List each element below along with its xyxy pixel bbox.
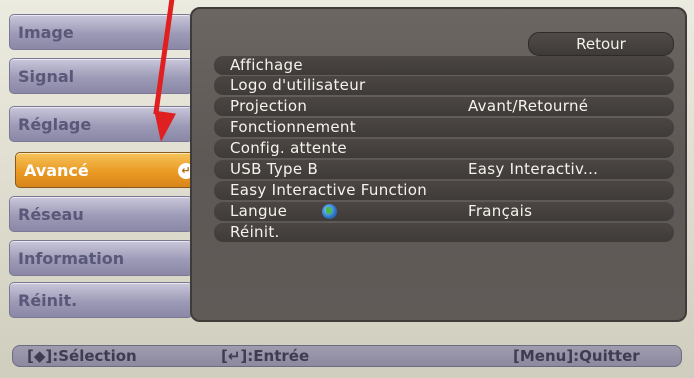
menu-item-label: Projection bbox=[230, 97, 308, 115]
menu-item-value: Français bbox=[468, 202, 533, 220]
menu-item-label: Logo d'utilisateur bbox=[230, 76, 366, 94]
menu-item-langue[interactable]: Langue Français bbox=[214, 202, 674, 221]
help-enter: [↵]:Entrée bbox=[221, 347, 310, 365]
sidebar-item-reinit[interactable]: Réinit. bbox=[9, 282, 193, 318]
projector-menu-screen: Image Signal Réglage Avancé ↵ Réseau Inf… bbox=[0, 0, 694, 378]
menu-item-label: Affichage bbox=[230, 56, 303, 74]
menu-item-fonctionnement[interactable]: Fonctionnement bbox=[214, 118, 674, 137]
menu-item-usb-type-b[interactable]: USB Type B Easy Interactiv... bbox=[214, 160, 674, 179]
sidebar-item-reseau[interactable]: Réseau bbox=[9, 196, 193, 232]
sidebar-item-label: Réseau bbox=[18, 205, 84, 224]
menu-item-value: Easy Interactiv... bbox=[468, 160, 599, 178]
sidebar-item-avance[interactable]: Avancé ↵ bbox=[15, 152, 201, 188]
menu-item-affichage[interactable]: Affichage bbox=[214, 56, 674, 75]
help-quit: [Menu]:Quitter bbox=[513, 347, 640, 365]
red-arrow-head-icon bbox=[150, 110, 176, 144]
sidebar-item-label: Réglage bbox=[18, 115, 92, 134]
menu-item-label: Fonctionnement bbox=[230, 118, 356, 136]
menu-item-label: Réinit. bbox=[230, 223, 280, 241]
sidebar-item-label: Signal bbox=[18, 67, 75, 86]
menu-item-label: USB Type B bbox=[230, 160, 319, 178]
menu-item-reinit[interactable]: Réinit. bbox=[214, 223, 674, 242]
sidebar-item-label: Image bbox=[18, 23, 74, 42]
menu-item-value: Avant/Retourné bbox=[468, 97, 589, 115]
menu-item-label: Langue bbox=[230, 202, 288, 220]
menu-item-label: Config. attente bbox=[230, 139, 347, 157]
menu-item-logo-utilisateur[interactable]: Logo d'utilisateur bbox=[214, 76, 674, 95]
menu-item-label: Easy Interactive Function bbox=[230, 181, 427, 199]
retour-button[interactable]: Retour bbox=[528, 32, 674, 56]
globe-icon bbox=[322, 204, 337, 219]
menu-item-config-attente[interactable]: Config. attente bbox=[214, 139, 674, 158]
menu-item-projection[interactable]: Projection Avant/Retourné bbox=[214, 97, 674, 116]
sidebar-item-label: Information bbox=[18, 249, 125, 268]
sidebar-item-label: Avancé bbox=[24, 161, 89, 180]
menu-item-easy-interactive-function[interactable]: Easy Interactive Function bbox=[214, 181, 674, 200]
help-selection: [◆]:Sélection bbox=[27, 347, 137, 365]
sidebar-item-label: Réinit. bbox=[18, 291, 78, 310]
help-bar: [◆]:Sélection [↵]:Entrée [Menu]:Quitter bbox=[12, 345, 682, 367]
submenu-panel: Retour Affichage Logo d'utilisateur Proj… bbox=[190, 7, 687, 322]
sidebar-item-information[interactable]: Information bbox=[9, 240, 193, 276]
